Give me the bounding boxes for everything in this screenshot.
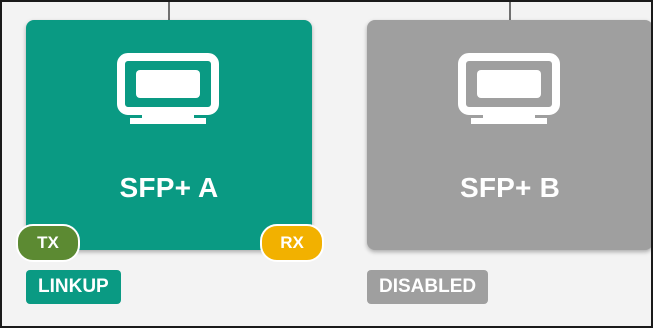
status-badge-disabled: DISABLED — [367, 270, 489, 304]
connector-line-a — [168, 2, 170, 20]
monitor-icon — [117, 53, 219, 124]
tx-indicator: TX — [16, 224, 80, 262]
rx-indicator: RX — [260, 224, 324, 262]
connector-line-b — [509, 2, 511, 20]
port-card-sfp-a[interactable]: SFP+ A — [26, 20, 312, 250]
monitor-icon — [458, 53, 560, 124]
port-panel: SFP+ A TX RX LINKUP SFP+ B DISABLED — [0, 0, 653, 328]
port-card-sfp-b[interactable]: SFP+ B — [367, 20, 651, 250]
port-name: SFP+ B — [459, 172, 560, 203]
status-badge-linkup: LINKUP — [26, 270, 121, 304]
port-name: SFP+ A — [119, 172, 219, 203]
